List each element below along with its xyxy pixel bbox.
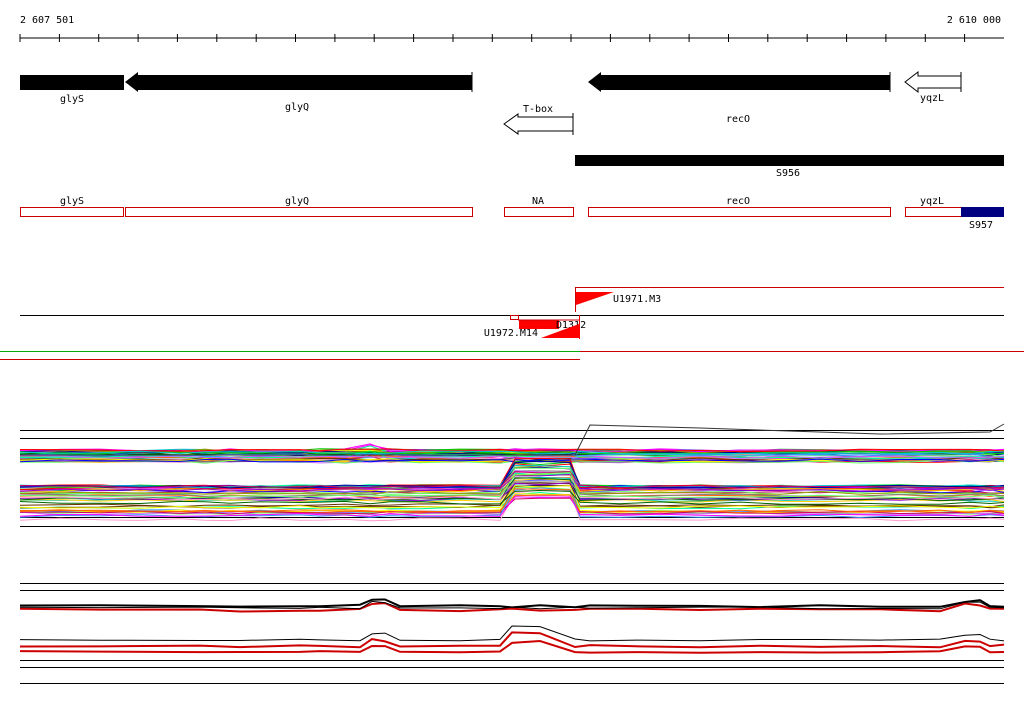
gene-glyQ-arrow[interactable] [125, 72, 472, 92]
gene-label-glyQ: glyQ [285, 102, 309, 113]
gene-glyS-arrow[interactable] [20, 75, 124, 90]
coordinate-ruler: 2 607 501 2 610 000 [19, 15, 1004, 42]
segment-s956-bar[interactable] [575, 155, 1004, 166]
feature-label-u1971: U1971.M3 [613, 294, 661, 305]
transcripts-track: glyS glyQ NA recO yqzL S957 [20, 196, 1004, 231]
genome-browser-view: 2 607 501 2 610 000 glyS glyQ T-box recO… [0, 15, 1024, 684]
feature-label-u1972: U1972.M14 [484, 328, 538, 339]
feature-u1971-marker[interactable] [576, 292, 614, 305]
transcript-recO-box[interactable] [588, 207, 891, 217]
transcript-glyQ-box[interactable] [125, 207, 473, 217]
transcript-glyS-box[interactable] [20, 207, 124, 217]
genes-track: glyS glyQ T-box recO yqzL [20, 70, 962, 135]
ruler-end-label: 2 610 000 [947, 15, 1001, 26]
transcript-label-na: NA [532, 196, 544, 207]
transcript-yqzL-box[interactable] [905, 207, 962, 217]
gene-yqzL-arrow[interactable] [904, 70, 962, 94]
gene-recO-arrow[interactable] [588, 72, 890, 92]
summary-track [19, 583, 1005, 684]
transcript-label-glyS: glyS [60, 196, 84, 207]
transcript-s957-box[interactable] [961, 207, 1004, 217]
section-dividers [0, 351, 1024, 360]
gene-label-yqzL: yqzL [920, 93, 944, 104]
ruler-start-label: 2 607 501 [20, 15, 74, 26]
gene-tbox-arrow[interactable] [503, 113, 574, 135]
transcript-label-yqzL: yqzL [920, 196, 944, 207]
summary-line [19, 598, 1005, 609]
segment-s956-label: S956 [776, 168, 800, 179]
feature-small-box [510, 315, 519, 320]
transcript-label-glyQ: glyQ [285, 196, 309, 207]
segment-track: S956 [575, 155, 1004, 179]
transcript-na-box[interactable] [504, 207, 574, 217]
transcript-label-s957: S957 [969, 220, 993, 231]
expression-profiles-track [19, 423, 1005, 527]
features-track: U1971.M3 D1312 U1972.M14 [20, 287, 1004, 339]
gene-label-recO: recO [726, 114, 750, 125]
gene-label-tbox: T-box [523, 104, 553, 115]
gene-label-glyS: glyS [60, 94, 84, 105]
summary-lines [19, 598, 1005, 654]
transcript-label-recO: recO [726, 196, 750, 207]
